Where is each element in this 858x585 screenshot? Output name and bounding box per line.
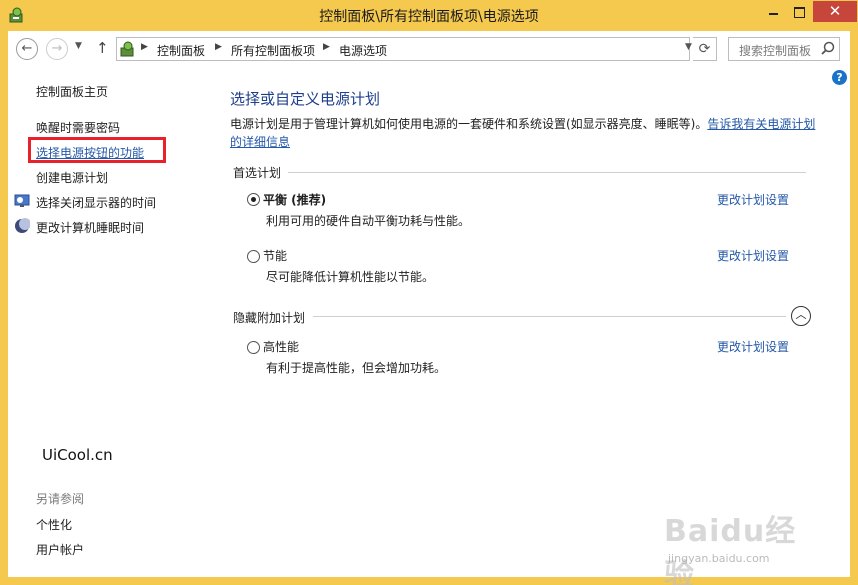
- collapse-button[interactable]: ︿: [791, 306, 811, 326]
- plan-balanced-radio[interactable]: [247, 193, 260, 206]
- refresh-button[interactable]: ⟳: [693, 37, 717, 61]
- chevron-down-icon[interactable]: ▼: [685, 42, 692, 52]
- search-icon[interactable]: [820, 41, 836, 57]
- refresh-icon: ⟳: [698, 41, 711, 57]
- maximize-button[interactable]: [786, 1, 813, 22]
- chevron-right-icon: ▶: [141, 42, 148, 52]
- plan-high-performance-name[interactable]: 高性能: [263, 338, 299, 355]
- search-box[interactable]: 搜索控制面板: [728, 37, 840, 61]
- sidebar-item-wake-password[interactable]: 唤醒时需要密码: [36, 119, 120, 136]
- plan-high-performance-radio[interactable]: [247, 341, 260, 354]
- sidebar-item-sleep-time[interactable]: 更改计算机睡眠时间: [36, 219, 144, 236]
- plan-power-saver-change-link[interactable]: 更改计划设置: [717, 247, 789, 264]
- sidebar-item-power-button[interactable]: 选择电源按钮的功能: [36, 144, 144, 161]
- plan-balanced-change-link[interactable]: 更改计划设置: [717, 191, 789, 208]
- monitor-icon: [14, 194, 30, 207]
- page-title: 选择或自定义电源计划: [230, 90, 381, 108]
- window: 控制面板\所有控制面板项\电源选项 ✕ ← → ▼ ↑ ▶ 控制面板 ▶ 所有控…: [0, 0, 858, 585]
- chevron-right-icon[interactable]: ▶: [323, 42, 330, 52]
- search-input[interactable]: 搜索控制面板: [739, 42, 811, 59]
- navigation-bar: ← → ▼ ↑ ▶ 控制面板 ▶ 所有控制面板项 ▶ 电源选项 ▼ ⟳ 搜索控制…: [8, 31, 850, 68]
- description-text: 电源计划是用于管理计算机如何使用电源的一套硬件和系统设置(如显示器亮度、睡眠等)…: [230, 117, 708, 131]
- moon-icon: [15, 218, 30, 233]
- chevron-up-icon: ︿: [795, 308, 807, 321]
- see-also-personalization[interactable]: 个性化: [36, 516, 72, 533]
- breadcrumb-all-items[interactable]: 所有控制面板项: [231, 42, 315, 59]
- plan-high-performance-change-link[interactable]: 更改计划设置: [717, 338, 789, 355]
- plan-balanced-desc: 利用可用的硬件自动平衡功耗与性能。: [266, 214, 471, 228]
- up-button[interactable]: ↑: [96, 39, 109, 57]
- content-area: ? 控制面板主页 唤醒时需要密码 选择电源按钮的功能 创建电源计划 选择关闭显示…: [8, 68, 850, 585]
- breadcrumb-control-panel[interactable]: 控制面板: [157, 42, 205, 59]
- plan-power-saver-desc: 尽可能降低计算机性能以节能。: [266, 270, 435, 284]
- forward-button[interactable]: →: [46, 38, 68, 60]
- preferred-plans-label: 首选计划: [233, 166, 282, 180]
- page-description: 电源计划是用于管理计算机如何使用电源的一套硬件和系统设置(如显示器亮度、睡眠等)…: [230, 115, 820, 151]
- plan-power-saver-name[interactable]: 节能: [263, 247, 287, 264]
- back-button[interactable]: ←: [16, 38, 38, 60]
- sidebar-item-display-off[interactable]: 选择关闭显示器的时间: [36, 194, 156, 211]
- window-title: 控制面板\所有控制面板项\电源选项: [319, 9, 539, 25]
- control-panel-icon: [120, 41, 134, 57]
- plan-balanced-name[interactable]: 平衡 (推荐): [263, 191, 326, 208]
- baidu-watermark: Baidu经验 jingyan.baidu.com: [664, 502, 824, 585]
- plan-high-performance-desc: 有利于提高性能，但会增加功耗。: [266, 361, 447, 375]
- close-button[interactable]: ✕: [813, 1, 857, 22]
- see-also-user-accounts[interactable]: 用户帐户: [36, 541, 84, 558]
- see-also-heading: 另请参阅: [36, 492, 85, 506]
- divider: [313, 316, 786, 317]
- sidebar-item-home[interactable]: 控制面板主页: [36, 83, 108, 100]
- title-bar[interactable]: 控制面板\所有控制面板项\电源选项 ✕: [0, 0, 858, 31]
- hidden-plans-label: 隐藏附加计划: [233, 311, 306, 325]
- plan-power-saver-radio[interactable]: [247, 250, 260, 263]
- breadcrumb-power-options[interactable]: 电源选项: [339, 42, 387, 59]
- help-icon[interactable]: ?: [832, 70, 847, 85]
- sidebar-item-create-plan[interactable]: 创建电源计划: [36, 169, 108, 186]
- chevron-right-icon[interactable]: ▶: [215, 42, 222, 52]
- arrow-right-icon: →: [51, 41, 63, 56]
- arrow-up-icon: ↑: [96, 39, 109, 57]
- close-icon: ✕: [828, 2, 842, 20]
- arrow-left-icon: ←: [21, 41, 33, 56]
- minimize-button[interactable]: [760, 1, 787, 22]
- address-bar[interactable]: ▶ 控制面板 ▶ 所有控制面板项 ▶ 电源选项 ▼: [116, 37, 692, 61]
- divider: [288, 172, 806, 173]
- site-watermark: UiCool.cn: [42, 446, 113, 464]
- recent-pages-dropdown[interactable]: ▼: [75, 41, 82, 51]
- baidu-watermark-url: jingyan.baidu.com: [668, 552, 770, 565]
- baidu-watermark-text: Baidu经验: [664, 514, 797, 585]
